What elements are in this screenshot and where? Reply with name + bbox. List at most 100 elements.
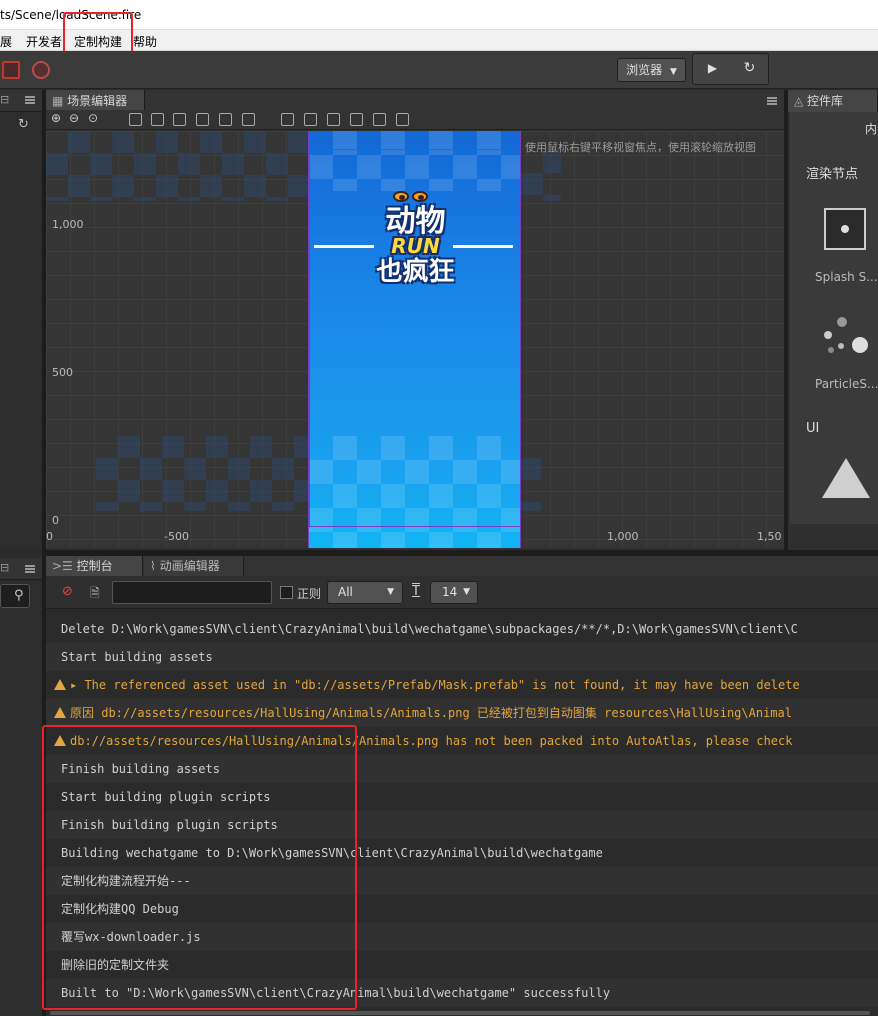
library-item-particle[interactable]: ParticleS...	[815, 377, 878, 391]
distribute-center-v-icon[interactable]	[304, 113, 317, 126]
library-item-splash[interactable]: Splash S...	[815, 270, 878, 284]
align-left-icon[interactable]	[129, 113, 142, 126]
tab-scene-editor-label: 场景编辑器	[67, 94, 128, 108]
regex-checkbox[interactable]	[280, 586, 293, 599]
distribute-bottom-icon[interactable]	[327, 113, 340, 126]
log-text: db://assets/resources/HallUsing/Animals/…	[70, 734, 793, 748]
font-size-label: 14	[442, 585, 458, 599]
scene-viewport[interactable]: 动物 RUN 也疯狂 使用鼠标右键平移视窗焦点，使用滚轮缩放视图 1,000 5…	[46, 131, 784, 548]
hierarchy-pin-icon[interactable]: ⊟	[0, 93, 9, 106]
assets-pin-icon[interactable]: ⊟	[0, 561, 9, 574]
align-center-v-icon[interactable]	[219, 113, 232, 126]
align-center-h-icon[interactable]	[151, 113, 164, 126]
align-top-icon[interactable]	[196, 113, 209, 126]
game-canvas[interactable]: 动物 RUN 也疯狂	[308, 131, 521, 548]
log-text: ▸ The referenced asset used in "db://ass…	[70, 678, 800, 692]
ui-widget-icon[interactable]	[822, 458, 870, 498]
scene-toolbar: ⊕ ⊖ ⊙	[46, 110, 784, 130]
tab-animation-editor[interactable]: ⌇ 动画编辑器	[144, 556, 244, 577]
library-panel: ◬ 控件库 内 渲染节点 Splash S... ParticleS... UI	[788, 90, 878, 550]
zoom-out-icon[interactable]: ⊖	[69, 111, 79, 125]
tab-console-label: 控制台	[76, 559, 113, 573]
log-text: Start building plugin scripts	[61, 790, 271, 804]
tab-animation-editor-label: 动画编辑器	[159, 559, 220, 573]
ghost-tiles-top-right	[521, 151, 561, 201]
log-text: Built to "D:\Work\gamesSVN\client\CrazyA…	[61, 986, 611, 1000]
tab-scene-editor[interactable]: ▦ 场景编辑器	[46, 90, 145, 112]
distribute-center-h-icon[interactable]	[373, 113, 386, 126]
log-text: Building wechatgame to D:\Work\gamesSVN\…	[61, 846, 603, 860]
zoom-reset-icon[interactable]: ⊙	[88, 111, 98, 125]
rect-tool-icon[interactable]	[2, 61, 20, 79]
scene-editor-icon: ▦	[52, 94, 68, 108]
zoom-in-icon[interactable]: ⊕	[51, 111, 61, 125]
log-row-warning[interactable]: db://assets/resources/HallUsing/Animals/…	[46, 727, 878, 755]
distribute-right-icon[interactable]	[396, 113, 409, 126]
library-icon: ◬	[794, 94, 808, 108]
menu-extensions[interactable]: 展	[0, 33, 12, 50]
animation-icon: ⌇	[150, 559, 160, 573]
eye-right-icon	[412, 191, 428, 202]
hierarchy-menu-icon[interactable]	[25, 96, 35, 104]
log-row: 定制化构建QQ Debug	[46, 895, 878, 923]
chevron-down-icon: ▼	[669, 67, 677, 77]
log-text: Delete D:\Work\gamesSVN\client\CrazyAnim…	[61, 622, 798, 636]
play-button[interactable]: ▶	[695, 56, 730, 82]
assets-panel: ⊟ ⚲	[0, 558, 42, 1016]
tab-console[interactable]: >☰ 控制台	[46, 556, 143, 577]
warning-icon	[54, 679, 66, 690]
y-tick-0: 0	[52, 514, 59, 527]
log-row: Delete D:\Work\gamesSVN\client\CrazyAnim…	[46, 615, 878, 643]
section-render-nodes: 渲染节点	[806, 167, 859, 182]
y-tick-1000: 1,000	[52, 218, 84, 231]
open-log-file-icon[interactable]: 🗎	[90, 584, 100, 605]
menu-help[interactable]: 帮助	[133, 33, 157, 50]
align-bottom-icon[interactable]	[242, 113, 255, 126]
library-top-label: 内	[865, 122, 878, 136]
ghost-tiles-bottom-left	[96, 436, 308, 511]
library-content: 内 渲染节点 Splash S... ParticleS... UI	[790, 112, 878, 524]
log-text: Start building assets	[61, 650, 213, 664]
clear-log-icon[interactable]: ⊘	[62, 584, 73, 599]
section-ui: UI	[806, 421, 820, 436]
log-row: Start building plugin scripts	[46, 783, 878, 811]
refresh-button[interactable]: ↻	[732, 56, 767, 82]
log-row: Finish building assets	[46, 755, 878, 783]
tab-control-library[interactable]: ◬ 控件库	[788, 90, 878, 112]
scene-menu-icon[interactable]	[767, 97, 777, 105]
log-scrollbar[interactable]	[50, 1011, 870, 1015]
align-right-icon[interactable]	[173, 113, 186, 126]
distribute-top-icon[interactable]	[281, 113, 294, 126]
preview-platform-select[interactable]: 浏览器 ▼	[617, 58, 686, 82]
menu-custom-build[interactable]: 定制构建	[74, 33, 122, 50]
x-tick-1000: 1,000	[607, 530, 639, 543]
log-text: 定制化构建流程开始---	[61, 874, 191, 888]
font-size-select[interactable]: 14 ▼	[430, 581, 478, 604]
tab-control-library-label: 控件库	[807, 94, 844, 108]
particle-system-icon[interactable]	[822, 317, 870, 365]
log-row-warning[interactable]: 原因 db://assets/resources/HallUsing/Anima…	[46, 699, 878, 727]
preview-platform-label: 浏览器	[626, 63, 663, 77]
x-tick-1500: 1,50	[757, 530, 782, 543]
gizmo-tool-icon[interactable]	[32, 61, 50, 79]
log-row-warning[interactable]: ▸ The referenced asset used in "db://ass…	[46, 671, 878, 699]
console-filter-input[interactable]	[112, 581, 272, 604]
library-tabbar: ◬ 控件库	[788, 90, 878, 112]
log-text: Finish building plugin scripts	[61, 818, 278, 832]
splash-sprite-icon[interactable]	[824, 208, 866, 250]
search-icon[interactable]: ⚲	[14, 588, 24, 603]
hierarchy-panel: ⊟ ↻	[0, 90, 42, 550]
log-level-select[interactable]: All ▼	[327, 581, 403, 604]
logo-run-text: RUN	[391, 234, 440, 258]
log-row: Start building assets	[46, 643, 878, 671]
console-log[interactable]: Delete D:\Work\gamesSVN\client\CrazyAnim…	[46, 611, 878, 1016]
font-size-icon: T	[412, 584, 420, 599]
assets-menu-icon[interactable]	[25, 565, 35, 573]
log-text: 原因 db://assets/resources/HallUsing/Anima…	[70, 706, 792, 720]
hierarchy-refresh-icon[interactable]: ↻	[18, 117, 29, 132]
log-text: 定制化构建QQ Debug	[61, 902, 179, 916]
distribute-left-icon[interactable]	[350, 113, 363, 126]
menu-developer[interactable]: 开发者	[26, 33, 62, 50]
y-tick-500: 500	[52, 366, 73, 379]
x-tick-minus-500: -500	[164, 530, 189, 543]
